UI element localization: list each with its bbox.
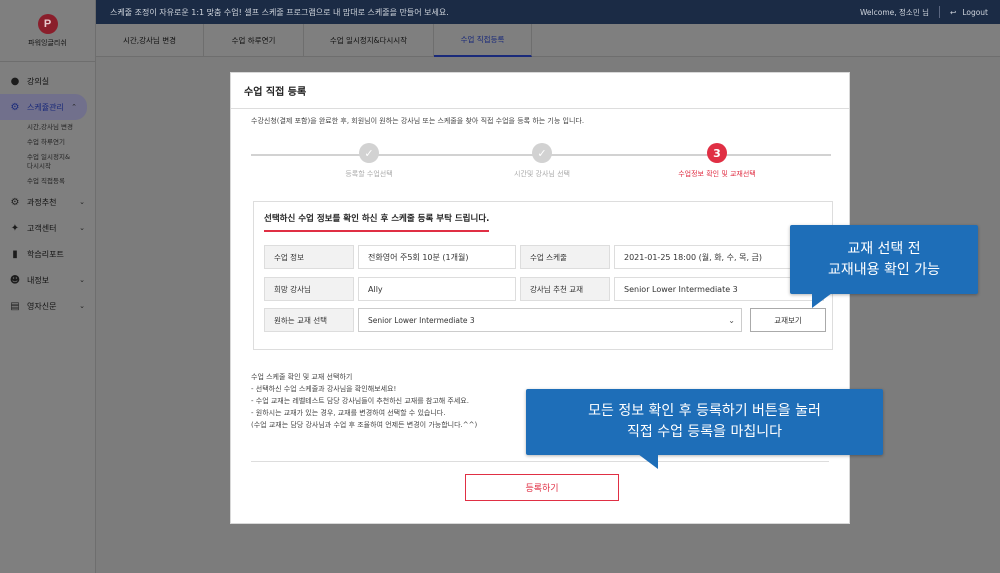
sidebar-item-label: 강의실 [27, 76, 50, 86]
sidebar-item-newspaper[interactable]: ▤ 영자신문 ⌄ [0, 293, 95, 319]
check-icon: ✓ [359, 143, 379, 163]
step-2: ✓ 시간및 강사님 선택 [467, 143, 617, 179]
brand-name: 파워잉글리쉬 [28, 38, 67, 47]
users-icon: ● [10, 75, 20, 87]
step-label: 수업정보 확인 및 교재선택 [678, 170, 756, 178]
chart-icon: ▮ [12, 248, 18, 260]
callout-tail [638, 454, 658, 469]
welcome-text: Welcome, 정소민 님 [859, 7, 930, 17]
book-select-dropdown[interactable]: Senior Lower Intermediate 3 ⌄ [358, 308, 742, 332]
sidebar-item-label: 영자신문 [27, 301, 57, 311]
tab-pause[interactable]: 수업 일시정지&다시시작 [304, 24, 434, 57]
view-book-button[interactable]: 교재보기 [750, 308, 826, 332]
notes: 수업 스케줄 확인 및 교재 선택하기 - 선택하신 수업 스케줄과 강사님을 … [251, 371, 477, 431]
logout-link[interactable]: Logout [962, 8, 988, 17]
sidebar-item-label: 내정보 [27, 275, 50, 285]
callout-line: 교재내용 확인 가능 [828, 261, 940, 278]
class-info-row: 수업 정보 전화영어 주5회 10분 (1개월) 수업 스케줄 2021-01-… [264, 245, 828, 269]
sidebar-item-schedule[interactable]: ⚙ 스케쥴관리 ⌃ [0, 94, 87, 120]
modal-title: 수업 직접 등록 [231, 73, 849, 109]
book-select-label: 원하는 교재 선택 [264, 308, 354, 332]
sidebar-item-label: 과정추천 [27, 197, 57, 207]
card-heading: 선택하신 수업 정보를 확인 하신 후 스케줄 등록 부탁 드립니다. [264, 212, 490, 232]
book-select-row: 원하는 교재 선택 Senior Lower Intermediate 3 ⌄ … [264, 308, 826, 332]
divider [251, 461, 829, 462]
newspaper-icon: ▤ [10, 300, 20, 312]
teacher-label: 희망 강사님 [264, 277, 354, 301]
recommended-book-label: 강사님 추천 교재 [520, 277, 610, 301]
divider [939, 6, 941, 18]
notes-line: - 원하시는 교재가 있는 경우, 교재를 변경하여 선택할 수 있습니다. [251, 409, 446, 417]
chevron-down-icon: ⌄ [79, 302, 85, 310]
notes-line: 수업 스케줄 확인 및 교재 선택하기 [251, 373, 353, 381]
teacher-row: 희망 강사님 Ally 강사님 추천 교재 Senior Lower Inter… [264, 277, 828, 301]
class-info-label: 수업 정보 [264, 245, 354, 269]
chevron-down-icon: ⌄ [728, 315, 735, 325]
logo-icon: P [37, 13, 58, 34]
chevron-down-icon: ⌄ [79, 224, 85, 232]
modal-description: 수강신청(결제 포함)을 완료한 후, 회원님이 원하는 강사님 또는 스케줄을… [251, 117, 585, 125]
chevron-up-icon: ⌃ [71, 103, 77, 111]
tab-change-time[interactable]: 시간,강사님 변경 [96, 24, 204, 57]
sidebar-subitem-pause[interactable]: 수업 일시정지&다시시작 [0, 150, 70, 174]
notes-line: (수업 교재는 담당 강사님과 수업 후 조율하여 언제든 변경이 가능합니다.… [251, 421, 478, 429]
logo[interactable]: P 파워잉글리쉬 [0, 0, 95, 62]
sidebar-item-course-recommend[interactable]: ⚙ 과정추천 ⌄ [0, 189, 95, 215]
class-info-value: 전화영어 주5회 10분 (1개월) [358, 245, 516, 269]
person-icon: ☻ [9, 274, 21, 286]
check-icon: ✓ [532, 143, 552, 163]
top-bar: 스케줄 조정이 자유로운 1:1 맞춤 수업! 셀프 스케줄 프로그램으로 내 … [96, 0, 1000, 24]
submit-button[interactable]: 등록하기 [465, 474, 619, 501]
sidebar-subitem-change-time[interactable]: 시간,강사님 변경 [0, 120, 95, 135]
step-1: ✓ 등록할 수업선택 [294, 143, 444, 179]
book-select-value: Senior Lower Intermediate 3 [368, 315, 475, 325]
sidebar-subitem-postpone[interactable]: 수업 하루연기 [0, 135, 95, 150]
schedule-label: 수업 스케줄 [520, 245, 610, 269]
notes-line: - 선택하신 수업 스케줄과 강사님을 확인해보세요! [251, 385, 397, 393]
sidebar: P 파워잉글리쉬 ● 강의실 ⚙ 스케쥴관리 ⌃ 시간,강사님 변경 수업 하루… [0, 0, 96, 573]
sidebar-item-label: 학습리포트 [27, 249, 64, 259]
step-3: 3 수업정보 확인 및 교재선택 [642, 143, 792, 179]
step-number: 3 [707, 143, 727, 163]
class-info-card: 선택하신 수업 정보를 확인 하신 후 스케줄 등록 부탁 드립니다. 수업 정… [253, 201, 833, 350]
chevron-down-icon: ⌄ [79, 198, 85, 206]
direct-register-modal: 수업 직접 등록 수강신청(결제 포함)을 완료한 후, 회원님이 원하는 강사… [230, 72, 850, 524]
sidebar-item-classroom[interactable]: ● 강의실 [0, 68, 95, 94]
step-label: 등록할 수업선택 [345, 170, 393, 178]
puzzle-icon: ✦ [10, 222, 20, 234]
tab-bar: 시간,강사님 변경 수업 하루연기 수업 일시정지&다시시작 수업 직접등록 [96, 24, 1000, 57]
tab-direct-register[interactable]: 수업 직접등록 [434, 24, 532, 57]
teacher-value: Ally [358, 277, 516, 301]
notice-text: 스케줄 조정이 자유로운 1:1 맞춤 수업! 셀프 스케줄 프로그램으로 내 … [110, 7, 449, 17]
sidebar-item-support[interactable]: ✦ 고객센터 ⌄ [0, 215, 95, 241]
step-label: 시간및 강사님 선택 [514, 170, 570, 178]
callout-tail [812, 293, 832, 308]
sidebar-item-label: 고객센터 [27, 223, 57, 233]
logout-icon[interactable]: ↩ [950, 8, 956, 17]
user-area: Welcome, 정소민 님 ↩ Logout [860, 0, 988, 24]
chevron-down-icon: ⌄ [79, 276, 85, 284]
callout-line: 교재 선택 전 [847, 240, 921, 257]
callout-submit: 모든 정보 확인 후 등록하기 버튼을 눌러 직접 수업 등록을 마칩니다 [526, 389, 883, 469]
callout-book-preview: 교재 선택 전 교재내용 확인 가능 [790, 225, 978, 308]
sidebar-subitem-direct-register[interactable]: 수업 직접등록 [0, 174, 95, 189]
gear-icon: ⚙ [10, 196, 20, 208]
callout-line: 직접 수업 등록을 마칩니다 [626, 424, 783, 440]
notes-line: - 수업 교재는 레벨테스트 담당 강사님들이 추천하신 교재를 참고해 주세요… [251, 397, 469, 405]
step-progress: ✓ 등록할 수업선택 ✓ 시간및 강사님 선택 3 수업정보 확인 및 교재선택 [251, 143, 831, 188]
tab-postpone[interactable]: 수업 하루연기 [204, 24, 304, 57]
sidebar-nav: ● 강의실 ⚙ 스케쥴관리 ⌃ 시간,강사님 변경 수업 하루연기 수업 일시정… [0, 62, 95, 319]
sidebar-item-label: 스케쥴관리 [27, 102, 64, 112]
callout-line: 모든 정보 확인 후 등록하기 버튼을 눌러 [588, 403, 821, 419]
gear-icon: ⚙ [10, 101, 20, 113]
sidebar-item-myinfo[interactable]: ☻ 내정보 ⌄ [0, 267, 95, 293]
sidebar-item-report[interactable]: ▮ 학습리포트 [0, 241, 95, 267]
